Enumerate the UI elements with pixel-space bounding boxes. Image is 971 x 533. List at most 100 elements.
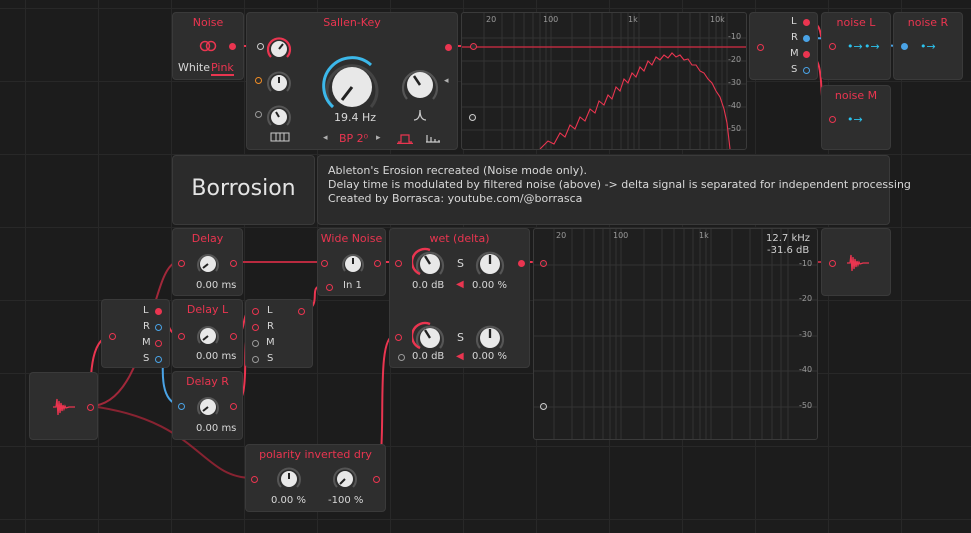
splitter-input-port[interactable] <box>757 44 764 51</box>
input-port[interactable] <box>178 260 185 267</box>
drive-knob[interactable] <box>264 67 294 97</box>
spectrum-analyzer-bottom: 20 100 1k 12.7 kHz -31.6 dB -10 -20 -30 … <box>533 228 818 440</box>
delay-l-knob[interactable] <box>194 321 222 349</box>
input-port-2[interactable] <box>395 334 402 341</box>
analyzer-input-port[interactable] <box>540 260 547 267</box>
y-tick: -40 <box>728 101 742 110</box>
input-port[interactable] <box>829 260 836 267</box>
input-port[interactable] <box>829 43 836 50</box>
output-port[interactable] <box>374 260 381 267</box>
gain-knob-2[interactable] <box>412 319 448 355</box>
x-tick: 20 <box>486 15 497 24</box>
keytrack-knob[interactable] <box>264 101 294 131</box>
input-port[interactable] <box>251 476 258 483</box>
y-tick: -40 <box>799 365 813 374</box>
input-port-1[interactable] <box>395 260 402 267</box>
output-arrow-icon: •→ <box>847 113 863 126</box>
output-port[interactable] <box>230 403 237 410</box>
chevron-left-icon[interactable]: ◂ <box>323 133 328 143</box>
spectrum-grid <box>462 13 746 149</box>
noise-output-port[interactable] <box>229 43 236 50</box>
chevron-right-icon[interactable]: ▸ <box>376 133 381 143</box>
merger-label-s: S <box>267 353 274 364</box>
polarity-value-2: -100 % <box>328 495 364 506</box>
polarity-knob-1[interactable] <box>274 463 304 493</box>
wet-delta-module: wet (delta) S 0.0 dB ◀ 0.00 % S 0.0 dB ◀… <box>389 228 530 368</box>
polarity-knob-2[interactable] <box>330 463 360 493</box>
output-arrow-icon: •→ <box>864 40 880 53</box>
module-title: noise R <box>907 16 949 29</box>
mix-knob-2[interactable] <box>472 319 508 355</box>
output-port[interactable] <box>445 44 452 51</box>
input-port[interactable] <box>178 333 185 340</box>
in-s-port[interactable] <box>252 356 259 363</box>
mode-pink[interactable]: Pink <box>211 61 234 76</box>
output-port-1[interactable] <box>518 260 525 267</box>
y-tick: -10 <box>799 259 813 268</box>
x-tick: 100 <box>613 231 629 240</box>
mod-port-grey[interactable] <box>255 111 262 118</box>
resonance-knob[interactable] <box>264 33 294 63</box>
mix-knob-1[interactable] <box>472 245 508 281</box>
output-port[interactable] <box>87 404 94 411</box>
gain-value-1: 0.0 dB <box>412 280 445 291</box>
x-tick: 100 <box>543 15 559 24</box>
gain-value-2: 0.0 dB <box>412 351 445 362</box>
spread-knob[interactable] <box>397 61 443 107</box>
analyzer-input-port[interactable] <box>470 43 477 50</box>
readout-level: -31.6 dB <box>767 245 810 256</box>
mode-white[interactable]: White <box>178 61 210 74</box>
splitter-input-port[interactable] <box>109 333 116 340</box>
delay-l-value: 0.00 ms <box>196 351 237 362</box>
x-tick: 1k <box>699 231 709 240</box>
out-r-port[interactable] <box>803 35 810 42</box>
delay-time-knob[interactable] <box>194 249 222 277</box>
out-s-port[interactable] <box>155 356 162 363</box>
module-title: polarity inverted dry <box>259 448 372 461</box>
splitter-label-s: S <box>791 64 798 75</box>
out-s-port[interactable] <box>803 67 810 74</box>
slope-mode-b-icon[interactable] <box>425 132 441 144</box>
output-port[interactable] <box>373 476 380 483</box>
speaker-icon[interactable]: ◀ <box>456 279 464 290</box>
mod-port-orange[interactable] <box>255 77 262 84</box>
spectrum-grid <box>534 229 817 439</box>
freeze-toggle[interactable] <box>540 403 547 410</box>
input-port[interactable] <box>829 116 836 123</box>
splitter-label-l: L <box>791 16 797 27</box>
module-title: Delay <box>191 232 224 245</box>
module-title: Delay L <box>186 303 229 316</box>
output-port[interactable] <box>230 333 237 340</box>
out-l-port[interactable] <box>155 308 162 315</box>
preset-name: Borrosion <box>191 176 296 201</box>
gain-knob-1[interactable] <box>412 245 448 281</box>
chevron-left-icon[interactable]: ◂ <box>444 76 449 86</box>
module-title: noise M <box>834 89 878 102</box>
input-port[interactable] <box>901 43 908 50</box>
frequency-knob[interactable] <box>319 53 385 119</box>
wide-noise-source[interactable]: In 1 <box>343 280 362 291</box>
merger-output-port[interactable] <box>298 308 305 315</box>
input-port[interactable] <box>178 403 185 410</box>
mod-port[interactable] <box>398 354 405 361</box>
out-m-port[interactable] <box>155 340 162 347</box>
slope-mode-a-icon[interactable] <box>397 132 413 144</box>
wide-noise-knob[interactable] <box>339 249 367 277</box>
speaker-icon[interactable]: ◀ <box>456 351 464 362</box>
input-port[interactable] <box>321 260 328 267</box>
freeze-toggle[interactable] <box>469 114 476 121</box>
filter-mode[interactable]: BP 2⁰ <box>339 132 368 145</box>
input-port[interactable] <box>257 43 264 50</box>
output-port[interactable] <box>230 260 237 267</box>
in-m-port[interactable] <box>252 340 259 347</box>
out-r-port[interactable] <box>155 324 162 331</box>
in-l-port[interactable] <box>252 308 259 315</box>
in-r-port[interactable] <box>252 324 259 331</box>
delay-r-knob[interactable] <box>194 392 222 420</box>
mod-input-port[interactable] <box>326 284 333 291</box>
description-panel: Ableton's Erosion recreated (Noise mode … <box>317 155 911 225</box>
splitter-label-r: R <box>791 32 798 43</box>
audio-output-icon <box>847 254 869 272</box>
out-m-port[interactable] <box>803 51 810 58</box>
out-l-port[interactable] <box>803 19 810 26</box>
